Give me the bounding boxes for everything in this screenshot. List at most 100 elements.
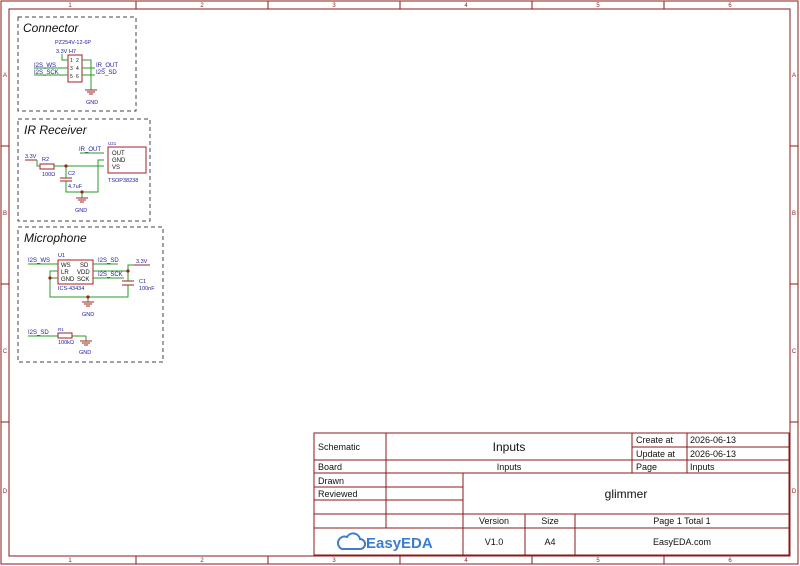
junction [48, 276, 52, 280]
mic-pin-gnd: GND [61, 277, 75, 283]
mic-net-i2s-sd: I2S_SD [98, 258, 119, 264]
cloud-icon [337, 532, 366, 550]
tb-drawn-label: Drawn [318, 476, 344, 486]
pin-number: 3 [70, 66, 73, 72]
tb-board-label: Board [318, 462, 342, 472]
mic-u1-ref: U1 [58, 253, 65, 259]
connector-part: PZ254V-12-6P [55, 40, 91, 46]
row-label: D [3, 489, 8, 495]
col-label: 1 [68, 558, 72, 564]
mic-pin-sck: SCK [77, 277, 89, 283]
row-label: A [792, 73, 796, 79]
tb-create-value: 2026-06-13 [690, 435, 736, 445]
row-label: C [3, 349, 8, 355]
ir-out-net-label: IR_OUT [79, 147, 101, 153]
tb-page-label: Page [636, 462, 657, 472]
tb-board-value: Inputs [497, 462, 522, 472]
ground-icon [82, 301, 94, 307]
ir-gnd-label: GND [75, 208, 87, 214]
connector-designator: H7 [69, 49, 76, 55]
pin-number: 4 [76, 66, 79, 72]
pin-number: 1 [70, 58, 73, 64]
col-label: 3 [332, 558, 336, 564]
row-label: D [792, 489, 797, 495]
c2-value: 4.7uF [68, 184, 83, 190]
frame-labels: 1 2 3 4 5 6 1 2 3 4 5 6 A B C D A B C D [3, 3, 797, 564]
schematic-sheet: 1 2 3 4 5 6 1 2 3 4 5 6 A B C D A B C D … [0, 0, 799, 565]
mic-net-i2s-sck: I2S_SCK [98, 272, 123, 278]
ir-u-ref: U21 [108, 141, 117, 146]
tb-page-count: Page 1 Total 1 [653, 516, 710, 526]
tb-size-label: Size [541, 516, 559, 526]
pin-number: 5 [70, 74, 73, 80]
tb-update-label: Update at [636, 449, 676, 459]
title-block: Schematic Inputs Create at 2026-06-13 Up… [313, 432, 790, 556]
col-label: 2 [200, 3, 204, 9]
ground-icon [85, 89, 97, 95]
col-label: 1 [68, 3, 72, 9]
sheet-frame [0, 0, 799, 565]
tb-version-value: V1.0 [485, 537, 504, 547]
r2-value: 100Ω [42, 172, 55, 178]
c1-ref: C1 [139, 279, 146, 285]
tb-project-name: glimmer [605, 487, 648, 501]
col-label: 6 [728, 3, 732, 9]
tb-update-value: 2026-06-13 [690, 449, 736, 459]
junction [64, 164, 68, 168]
r1-gnd-label: GND [79, 350, 91, 356]
tb-create-label: Create at [636, 435, 674, 445]
col-label: 2 [200, 558, 204, 564]
net-label-i2s-sd: I2S_SD [96, 70, 117, 76]
col-label: 6 [728, 558, 732, 564]
col-label: 3 [332, 3, 336, 9]
pin-number: 6 [76, 74, 79, 80]
ir-receiver-section: IR Receiver 3.3V R2 100Ω C2 4.7uF IR_OUT… [17, 118, 151, 222]
section-title-connector: Connector [23, 21, 79, 35]
col-label: 5 [596, 3, 600, 9]
r1-resistor [57, 332, 73, 339]
ground-icon [80, 340, 92, 346]
col-label: 4 [464, 3, 468, 9]
microphone-section: Microphone U1 WS LR GND SD VDD SCK ICS-4… [17, 226, 164, 363]
junction [126, 269, 130, 273]
c2-ref: C2 [68, 171, 75, 177]
col-label: 4 [464, 558, 468, 564]
tsop-part: TSOP38238 [108, 178, 138, 184]
logo-text: EasyEDA [366, 535, 433, 552]
r2-ref: R2 [42, 157, 49, 163]
connector-section: Connector PZ254V-12-6P 3.3V H7 1 3 5 2 4… [17, 16, 137, 112]
net-label-ir-out: IR_OUT [96, 63, 118, 69]
connector-gnd-label: GND [86, 100, 98, 106]
row-label: A [3, 73, 7, 79]
tsop-pin-out: OUT [112, 151, 125, 157]
r1-ref: R1 [58, 327, 64, 332]
net-label-i2s-ws: I2S_WS [34, 63, 56, 69]
mic-pin-ws: WS [61, 263, 71, 269]
mic-pin-sd: SD [80, 263, 89, 269]
section-title-ir-receiver: IR Receiver [24, 123, 88, 137]
easyeda-logo: EasyEDA [337, 532, 433, 552]
r1-net-label: I2S_SD [28, 330, 49, 336]
tsop-pin-gnd: GND [112, 158, 126, 164]
tb-page-value: Inputs [690, 462, 715, 472]
row-label: B [3, 211, 7, 217]
mic-gnd-label: GND [82, 312, 94, 318]
row-label: B [792, 211, 796, 217]
mic-part: ICS-43434 [58, 286, 84, 292]
junction [86, 295, 90, 299]
tsop-pin-vs: VS [112, 165, 120, 171]
junction [80, 190, 84, 194]
mic-box [17, 226, 164, 363]
r1-value: 100kΩ [58, 340, 74, 346]
mic-pin-lr: LR [61, 270, 69, 276]
tb-schematic-value: Inputs [493, 440, 526, 454]
mic-net-33v: 3.3V [136, 259, 148, 265]
c1-value: 100nF [139, 286, 155, 292]
tb-version-label: Version [479, 516, 509, 526]
row-label: C [792, 349, 797, 355]
r2-resistor [39, 163, 55, 170]
ground-icon [76, 197, 88, 203]
pin-number: 2 [76, 58, 79, 64]
net-label-i2s-sck: I2S_SCK [34, 70, 59, 76]
tb-size-value: A4 [544, 537, 555, 547]
